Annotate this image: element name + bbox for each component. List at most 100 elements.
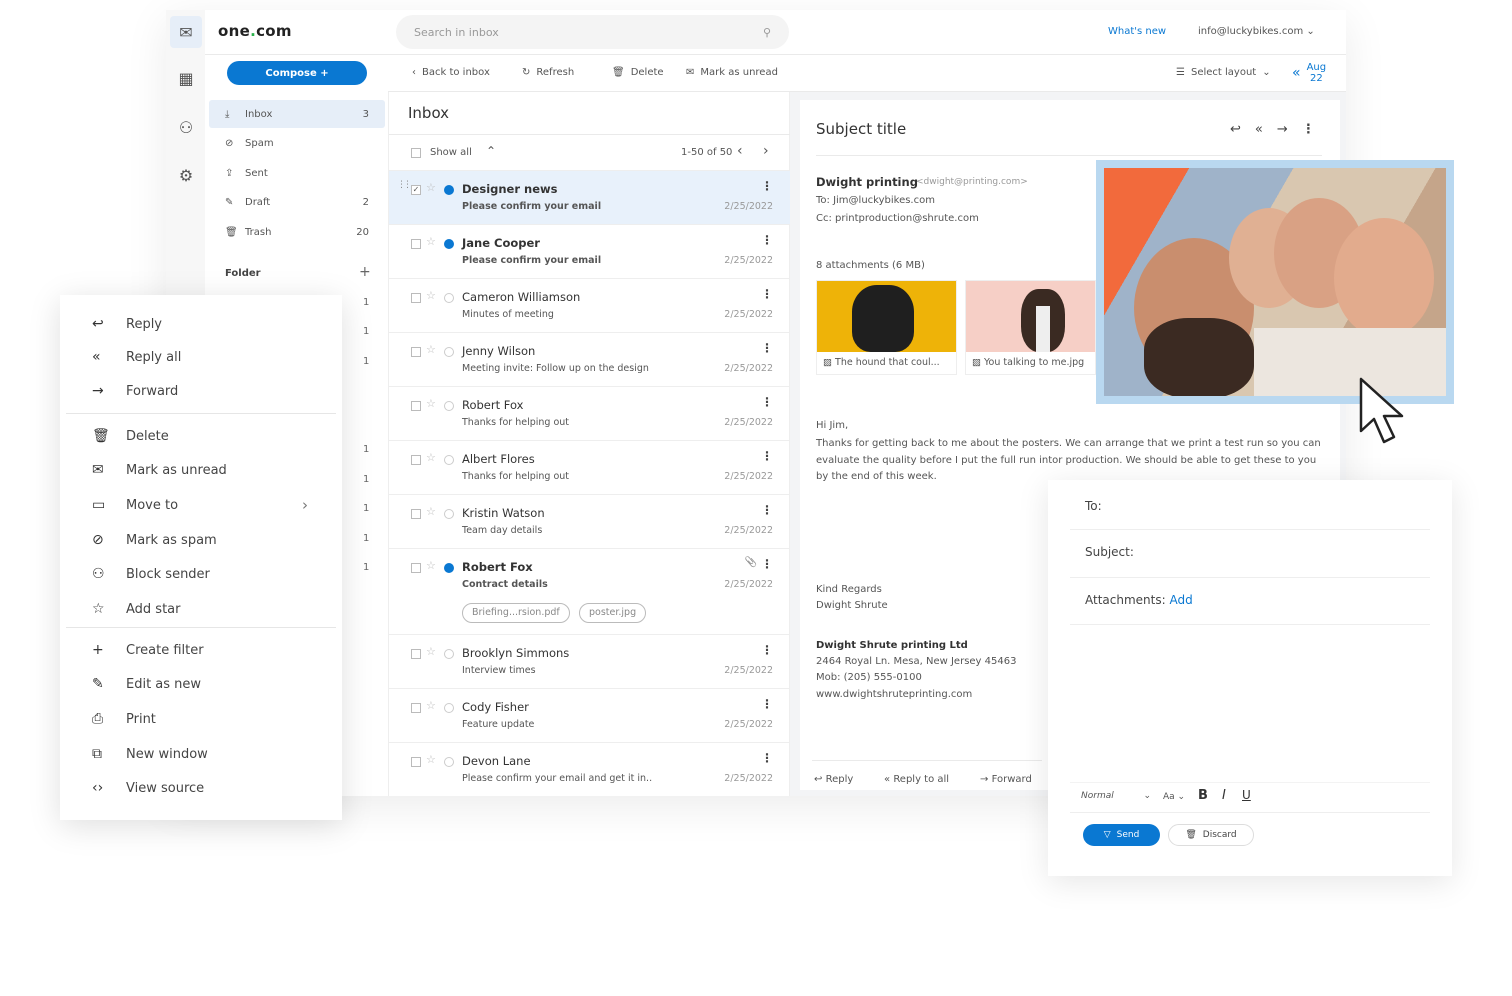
star-icon[interactable]: ☆ — [426, 181, 436, 194]
underline-button[interactable]: U — [1242, 788, 1251, 802]
email-row[interactable]: ⋮⋮ ✓ ☆ Designer news Please confirm your ema… — [389, 170, 791, 224]
compose-button[interactable]: Compose + — [227, 61, 367, 85]
menu-item-move-to[interactable]: ▭ Move to › — [92, 490, 308, 520]
menu-item-mark-as-unread[interactable]: ✉ Mark as unread — [92, 455, 227, 485]
unread-indicator-icon[interactable] — [444, 757, 454, 767]
more-icon[interactable]: ⋮ — [761, 751, 773, 765]
unread-indicator-icon[interactable] — [444, 509, 454, 519]
star-icon[interactable]: ☆ — [426, 505, 436, 518]
subject-field[interactable]: Subject: — [1085, 545, 1134, 559]
more-icon[interactable]: ⋮ — [761, 179, 773, 193]
email-row[interactable]: ☆ Cameron Williamson Minutes of meeting 2/2… — [389, 278, 791, 332]
star-icon[interactable]: ☆ — [426, 289, 436, 302]
calendar-icon[interactable]: ▦ — [170, 62, 202, 94]
to-field[interactable]: To: — [1085, 499, 1102, 513]
star-icon[interactable]: ☆ — [426, 645, 436, 658]
unread-indicator-icon[interactable] — [444, 703, 454, 713]
row-checkbox[interactable] — [411, 239, 421, 249]
row-checkbox[interactable]: ✓ — [411, 185, 421, 195]
star-icon[interactable]: ☆ — [426, 699, 436, 712]
format-dropdown[interactable]: Normal ⌄ — [1081, 791, 1151, 801]
unread-indicator-icon[interactable] — [444, 401, 454, 411]
sidebar-item-trash[interactable]: 🗑 Trash 20 — [209, 218, 385, 246]
forward-icon[interactable]: → — [1277, 122, 1288, 137]
menu-item-add-star[interactable]: ☆ Add star — [92, 594, 180, 624]
back-to-inbox-button[interactable]: ‹ Back to inbox — [412, 67, 490, 78]
forward-button[interactable]: → Forward — [980, 774, 1032, 785]
discard-button[interactable]: 🗑 Discard — [1168, 824, 1254, 846]
reply-all-icon[interactable]: « — [1255, 122, 1263, 137]
sidebar-item-sent[interactable]: ⇪ Sent — [209, 159, 385, 187]
whats-new-link[interactable]: What's new — [1108, 26, 1166, 37]
row-checkbox[interactable] — [411, 455, 421, 465]
email-row[interactable]: ☆ Robert Fox Thanks for helping out 2/25/20… — [389, 386, 791, 440]
italic-button[interactable]: I — [1222, 788, 1226, 803]
unread-indicator-icon[interactable] — [444, 239, 454, 249]
unread-indicator-icon[interactable] — [444, 185, 454, 195]
prev-page-icon[interactable]: ‹ — [737, 143, 743, 159]
bold-button[interactable]: B — [1198, 788, 1208, 803]
menu-item-new-window[interactable]: ⧉ New window — [92, 739, 208, 769]
date-nav[interactable]: « Aug 22 — [1292, 62, 1326, 84]
mail-icon[interactable]: ✉ — [170, 16, 202, 48]
row-checkbox[interactable] — [411, 509, 421, 519]
unread-indicator-icon[interactable] — [444, 649, 454, 659]
menu-item-edit-as-new[interactable]: ✎ Edit as new — [92, 669, 201, 699]
more-icon[interactable]: ⋮ — [761, 643, 773, 657]
star-icon[interactable]: ☆ — [426, 451, 436, 464]
attachment-card[interactable]: ▨ You talking to me.jpg — [965, 280, 1096, 375]
star-icon[interactable]: ☆ — [426, 235, 436, 248]
sidebar-item-inbox[interactable]: ⤓ Inbox 3 — [209, 100, 385, 128]
email-row[interactable]: ☆ Cody Fisher Feature update 2/25/2022 ⋮ — [389, 688, 791, 742]
menu-item-block-sender[interactable]: ⚇ Block sender — [92, 559, 210, 589]
select-all-checkbox[interactable] — [411, 148, 421, 158]
reply-button[interactable]: ↩ Reply — [814, 774, 853, 785]
star-icon[interactable]: ☆ — [426, 397, 436, 410]
select-layout-dropdown[interactable]: ☰ Select layout ⌄ — [1176, 67, 1271, 78]
show-all-toggle[interactable]: Show all — [430, 147, 472, 158]
send-button[interactable]: ▽ Send — [1083, 824, 1160, 846]
drag-handle-icon[interactable]: ⋮⋮ — [397, 180, 412, 190]
sidebar-item-draft[interactable]: ✎ Draft 2 — [209, 189, 385, 217]
email-row[interactable]: ☆ Devon Lane Please confirm your email and… — [389, 742, 791, 796]
more-icon[interactable]: ⋮ — [761, 503, 773, 517]
more-icon[interactable]: ⋮ — [761, 697, 773, 711]
refresh-button[interactable]: ↻ Refresh — [522, 67, 574, 78]
menu-item-mark-as-spam[interactable]: ⊘ Mark as spam — [92, 525, 217, 555]
reply-all-button[interactable]: « Reply to all — [884, 774, 949, 785]
star-icon[interactable]: ☆ — [426, 343, 436, 356]
row-checkbox[interactable] — [411, 293, 421, 303]
row-checkbox[interactable] — [411, 703, 421, 713]
attachment-chip[interactable]: poster.jpg — [579, 603, 647, 623]
menu-item-delete[interactable]: 🗑 Delete — [92, 421, 169, 451]
chevron-up-icon[interactable]: ⌃ — [486, 144, 496, 158]
email-row[interactable]: ☆ Albert Flores Thanks for helping out 2/25… — [389, 440, 791, 494]
more-icon[interactable]: ⋮ — [1302, 122, 1315, 137]
star-icon[interactable]: ☆ — [426, 753, 436, 766]
row-checkbox[interactable] — [411, 347, 421, 357]
unread-indicator-icon[interactable] — [444, 563, 454, 573]
email-row[interactable]: ☆ Robert Fox Contract details 2/25/2022 ⋮ 📎 Br… — [389, 548, 791, 634]
attachment-chip[interactable]: Briefing...rsion.pdf — [462, 603, 570, 623]
delete-button[interactable]: 🗑 Delete — [612, 67, 664, 78]
email-row[interactable]: ☆ Jane Cooper Please confirm your email 2/2… — [389, 224, 791, 278]
contacts-icon[interactable]: ⚇ — [170, 111, 202, 143]
search-icon[interactable]: ⚲ — [763, 26, 771, 39]
more-icon[interactable]: ⋮ — [761, 395, 773, 409]
email-row[interactable]: ☆ Brooklyn Simmons Interview times 2/25/202… — [389, 634, 791, 688]
menu-item-create-filter[interactable]: + Create filter — [92, 635, 204, 665]
sidebar-item-spam[interactable]: ⊘ Spam — [209, 130, 385, 158]
mark-unread-button[interactable]: ✉ Mark as unread — [686, 67, 778, 78]
reply-icon[interactable]: ↩ — [1230, 122, 1241, 137]
star-icon[interactable]: ☆ — [426, 559, 436, 572]
row-checkbox[interactable] — [411, 757, 421, 767]
row-checkbox[interactable] — [411, 649, 421, 659]
attachment-card[interactable]: ▨ The hound that coul... — [816, 280, 957, 375]
more-icon[interactable]: ⋮ — [761, 557, 773, 571]
search-input[interactable]: Search in inbox ⚲ — [396, 15, 789, 49]
unread-indicator-icon[interactable] — [444, 347, 454, 357]
unread-indicator-icon[interactable] — [444, 293, 454, 303]
logo[interactable]: one.com — [218, 22, 292, 40]
account-menu[interactable]: info@luckybikes.com ⌄ — [1198, 26, 1315, 37]
email-row[interactable]: ☆ Jenny Wilson Meeting invite: Follow up o… — [389, 332, 791, 386]
